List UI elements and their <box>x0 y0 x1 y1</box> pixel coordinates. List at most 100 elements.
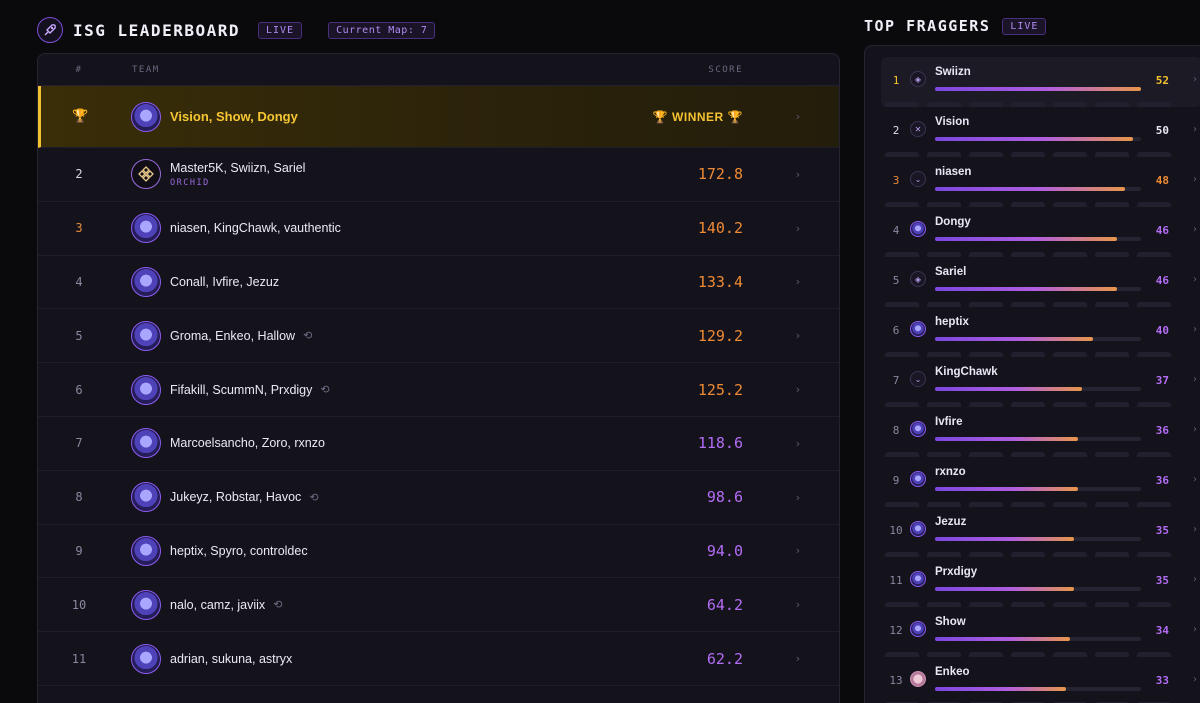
chevron-right-icon[interactable]: › <box>757 222 839 235</box>
top-fraggers-title: TOP FRAGGERS <box>864 17 991 35</box>
table-row[interactable]: 6 Fifakill, ScummN, Prxdigy ⟲ 125.2 › <box>38 363 839 417</box>
table-row[interactable]: 10 nalo, camz, javiix ⟲ 64.2 › <box>38 578 839 633</box>
team-logo-icon <box>910 621 926 637</box>
fragger-rank: 5 <box>892 274 900 287</box>
rank-column-header: # <box>75 64 83 75</box>
chevron-right-icon[interactable]: › <box>757 491 839 504</box>
kills-bar <box>935 387 1141 391</box>
fragger-rank: 13 <box>889 674 903 687</box>
chevron-right-icon[interactable]: › <box>1193 424 1197 435</box>
kills-bar-fill <box>935 537 1074 541</box>
chevron-right-icon[interactable]: › <box>1193 624 1197 635</box>
team-logo-icon <box>910 221 926 237</box>
fragger-row[interactable]: 13 Enkeo 33 › <box>881 657 1200 703</box>
chevron-right-icon[interactable]: › <box>1193 374 1197 385</box>
chevron-right-icon[interactable]: › <box>1193 524 1197 535</box>
team-score: 133.4 <box>697 272 743 291</box>
fragger-rank: 11 <box>889 574 903 587</box>
rank-number: 2 <box>75 167 83 182</box>
fragger-row[interactable]: 8 Ivfire 36 › <box>881 407 1200 457</box>
live-badge: LIVE <box>1002 17 1047 35</box>
chevron-right-icon[interactable]: › <box>1193 74 1197 85</box>
table-row[interactable]: 9 heptix, Spyro, controldec 94.0 › <box>38 525 839 579</box>
table-row[interactable]: 2 Master5K, Swiizn, Sariel ORCHID 172.8 … <box>38 148 839 202</box>
table-row-winner[interactable]: 🏆 Vision, Show, Dongy 🏆 WINNER 🏆 › <box>38 86 839 148</box>
table-row[interactable]: 3 niasen, KingChawk, vauthentic 140.2 › <box>38 202 839 256</box>
chevron-right-icon[interactable]: › <box>1193 124 1197 135</box>
team-logo-icon <box>131 101 161 132</box>
kills-bar-fill <box>935 87 1141 91</box>
team-logo-icon <box>131 213 161 244</box>
team-score: 172.8 <box>697 165 743 184</box>
fragger-row[interactable]: 9 rxnzo 36 › <box>881 457 1200 507</box>
chevron-right-icon[interactable]: › <box>1193 474 1197 485</box>
rank-number: 4 <box>75 274 83 289</box>
kills-bar <box>935 487 1141 491</box>
substitution-icon: ⟲ <box>320 384 330 397</box>
fragger-rank: 12 <box>889 624 903 637</box>
kills-bar-fill <box>935 687 1066 691</box>
table-row[interactable]: 4 Conall, Ivfire, Jezuz 133.4 › <box>38 256 839 310</box>
chevron-right-icon[interactable]: › <box>1193 174 1197 185</box>
kills-bar-fill <box>935 337 1094 341</box>
leaderboard-title: ISG LEADERBOARD <box>73 20 240 40</box>
fragger-row[interactable]: 11 Prxdigy 35 › <box>881 557 1200 607</box>
chevron-right-icon[interactable]: › <box>1193 674 1197 685</box>
fragger-rank: 1 <box>892 74 900 87</box>
team-name: nalo, camz, javiix <box>170 597 266 612</box>
chevron-right-icon[interactable]: › <box>757 544 839 557</box>
kills-bar <box>935 237 1141 241</box>
fragger-kills: 40 <box>1155 324 1169 337</box>
fragger-rank: 7 <box>892 374 900 387</box>
fragger-row[interactable]: 10 Jezuz 35 › <box>881 507 1200 557</box>
rank-number: 3 <box>75 221 83 236</box>
chevron-right-icon[interactable]: › <box>1193 574 1197 585</box>
team-name: Master5K, Swiizn, Sariel <box>170 160 306 175</box>
chevron-right-icon[interactable]: › <box>757 329 839 342</box>
fragger-name: niasen <box>935 166 972 178</box>
chevron-right-icon[interactable]: › <box>757 275 839 288</box>
chevron-right-icon[interactable]: › <box>757 110 839 123</box>
kills-bar <box>935 687 1141 691</box>
fragger-name: Swiizn <box>935 66 971 78</box>
leaderboard-header: ISG LEADERBOARD LIVE Current Map: 7 <box>37 16 436 44</box>
fragger-row[interactable]: 6 heptix 40 › <box>881 307 1200 357</box>
chevron-right-icon[interactable]: › <box>1193 274 1197 285</box>
team-logo-icon <box>131 482 161 513</box>
fragger-row[interactable]: 1 ◈ Swiizn 52 › <box>881 57 1200 107</box>
fragger-row[interactable]: 12 Show 34 › <box>881 607 1200 657</box>
fragger-row[interactable]: 5 ◈ Sariel 46 › <box>881 257 1200 307</box>
rank-number: 9 <box>75 543 83 558</box>
table-row[interactable]: 7 Marcoelsancho, Zoro, rxnzo 118.6 › <box>38 417 839 471</box>
chevron-right-icon[interactable]: › <box>1193 324 1197 335</box>
fragger-row[interactable]: 7 ⌄ KingChawk 37 › <box>881 357 1200 407</box>
team-name: Fifakill, ScummN, Prxdigy <box>170 382 313 397</box>
fragger-row[interactable]: 3 ⌄ niasen 48 › <box>881 157 1200 207</box>
fragger-row[interactable]: 2 ✕ Vision 50 › <box>881 107 1200 157</box>
fragger-kills: 35 <box>1155 524 1169 537</box>
chevron-right-icon[interactable]: › <box>757 652 839 665</box>
fragger-rank: 4 <box>892 224 900 237</box>
chevron-right-icon[interactable]: › <box>1193 224 1197 235</box>
team-score: 62.2 <box>706 649 743 668</box>
chevron-right-icon[interactable]: › <box>757 437 839 450</box>
table-row[interactable]: 5 Groma, Enkeo, Hallow ⟲ 129.2 › <box>38 309 839 364</box>
team-logo-icon <box>910 571 926 587</box>
kills-bar-fill <box>935 287 1118 291</box>
chevron-right-icon[interactable]: › <box>757 598 839 611</box>
team-logo-icon <box>910 471 926 487</box>
fragger-row[interactable]: 4 Dongy 46 › <box>881 207 1200 257</box>
team-name: Jukeyz, Robstar, Havoc <box>170 490 302 505</box>
fragger-kills: 37 <box>1155 374 1169 387</box>
table-row[interactable]: 11 adrian, sukuna, astryx 62.2 › <box>38 632 839 686</box>
chevron-right-icon[interactable]: › <box>757 168 839 181</box>
rank-number: 7 <box>75 436 83 451</box>
kills-bar-fill <box>935 487 1078 491</box>
kills-bar-fill <box>935 137 1134 141</box>
orchid-icon: ◈ <box>910 71 926 87</box>
leaderboard-table: # TEAM SCORE 🏆 Vision, Show, Dongy 🏆 WIN… <box>37 53 840 703</box>
chevron-right-icon[interactable]: › <box>757 383 839 396</box>
team-logo-icon <box>131 428 161 459</box>
fragger-name: Prxdigy <box>935 566 978 578</box>
table-row[interactable]: 8 Jukeyz, Robstar, Havoc ⟲ 98.6 › <box>38 471 839 525</box>
